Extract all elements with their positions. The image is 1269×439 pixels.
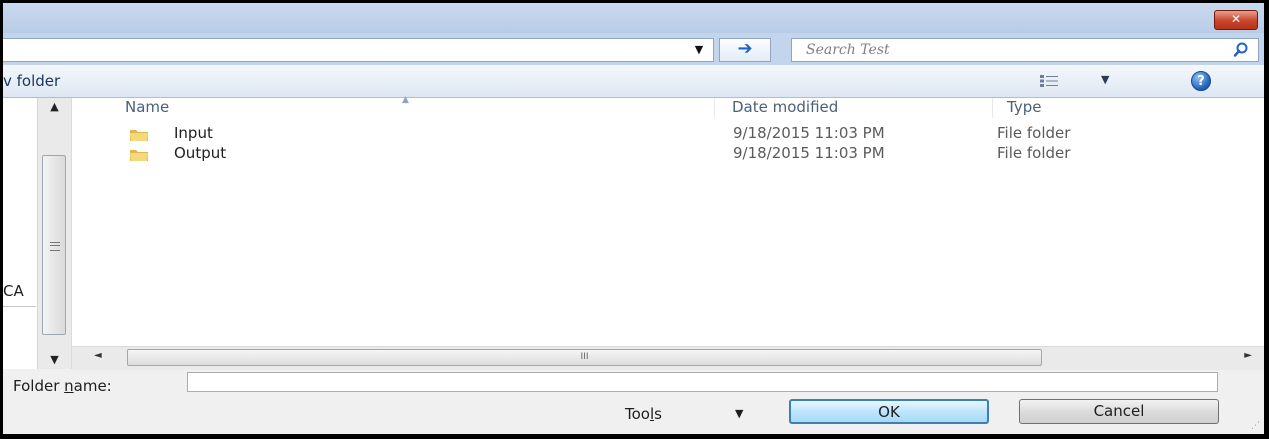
scroll-left-icon[interactable]: ◄ bbox=[94, 350, 102, 361]
address-row: ▼ ➔ bbox=[3, 33, 1264, 65]
arrow-right-icon: ➔ bbox=[737, 38, 753, 59]
file-name: Input bbox=[174, 124, 213, 142]
address-bar[interactable]: ▼ bbox=[3, 38, 714, 62]
go-button[interactable]: ➔ bbox=[719, 38, 771, 62]
sort-up-icon: ▲ bbox=[402, 95, 409, 105]
grip-icon: III bbox=[580, 352, 589, 362]
scroll-up-icon[interactable]: ▲ bbox=[38, 98, 71, 116]
chevron-down-icon[interactable]: ▼ bbox=[1101, 73, 1109, 86]
list-item[interactable]: Output 9/18/2015 11:03 PM File folder bbox=[72, 144, 1264, 165]
column-divider[interactable] bbox=[992, 98, 993, 118]
file-date: 9/18/2015 11:03 PM bbox=[733, 124, 885, 142]
column-divider[interactable] bbox=[714, 98, 715, 118]
title-bar: ✕ bbox=[3, 3, 1264, 33]
file-list: Name ▲ Date modified Type Input 9/18/201… bbox=[72, 95, 1264, 346]
column-header: Name ▲ Date modified Type bbox=[72, 95, 1264, 118]
file-name: Output bbox=[174, 144, 227, 162]
grip-icon bbox=[50, 242, 60, 251]
chevron-down-icon[interactable]: ▼ bbox=[688, 39, 710, 61]
file-type: File folder bbox=[997, 144, 1071, 162]
close-button[interactable]: ✕ bbox=[1214, 10, 1258, 30]
new-folder-button[interactable]: v folder bbox=[3, 72, 60, 90]
chevron-down-icon[interactable]: ▼ bbox=[735, 407, 743, 420]
folder-dialog: ✕ ▼ ➔ v folder ▼ ? CA ▲ bbox=[3, 3, 1264, 434]
ok-button[interactable]: OK bbox=[789, 399, 989, 424]
view-list-icon[interactable] bbox=[1040, 75, 1058, 87]
column-name[interactable]: Name bbox=[125, 98, 169, 118]
file-type: File folder bbox=[997, 124, 1071, 142]
scroll-down-icon[interactable]: ▼ bbox=[38, 351, 71, 369]
tools-button[interactable]: Tools bbox=[625, 405, 662, 423]
resize-grip-icon[interactable]: ⋰ bbox=[1251, 421, 1260, 431]
file-date: 9/18/2015 11:03 PM bbox=[733, 144, 885, 162]
folder-icon bbox=[130, 150, 148, 161]
list-item[interactable]: Input 9/18/2015 11:03 PM File folder bbox=[72, 124, 1264, 145]
search-input[interactable] bbox=[804, 40, 1208, 60]
divider bbox=[3, 306, 36, 307]
folder-icon bbox=[130, 130, 148, 141]
search-box bbox=[791, 38, 1259, 62]
folder-name-input[interactable] bbox=[187, 372, 1218, 392]
folder-name-label: Folder name: bbox=[13, 377, 112, 395]
toolbar: v folder ▼ ? bbox=[3, 65, 1264, 98]
close-icon: ✕ bbox=[1230, 12, 1242, 26]
column-date-modified[interactable]: Date modified bbox=[732, 98, 838, 118]
navigation-pane: CA ▲ ▼ bbox=[3, 98, 72, 369]
help-icon[interactable]: ? bbox=[1191, 71, 1211, 91]
horizontal-scrollbar[interactable]: ◄ III ► bbox=[72, 346, 1264, 370]
nav-item-label[interactable]: CA bbox=[3, 282, 24, 300]
search-icon[interactable] bbox=[1232, 41, 1250, 59]
scroll-thumb[interactable]: III bbox=[127, 349, 1042, 366]
scroll-right-icon[interactable]: ► bbox=[1244, 350, 1252, 361]
column-type[interactable]: Type bbox=[1007, 98, 1041, 118]
vertical-scrollbar[interactable]: ▲ ▼ bbox=[37, 98, 71, 369]
scroll-thumb[interactable] bbox=[42, 155, 66, 335]
cancel-button[interactable]: Cancel bbox=[1019, 399, 1219, 424]
